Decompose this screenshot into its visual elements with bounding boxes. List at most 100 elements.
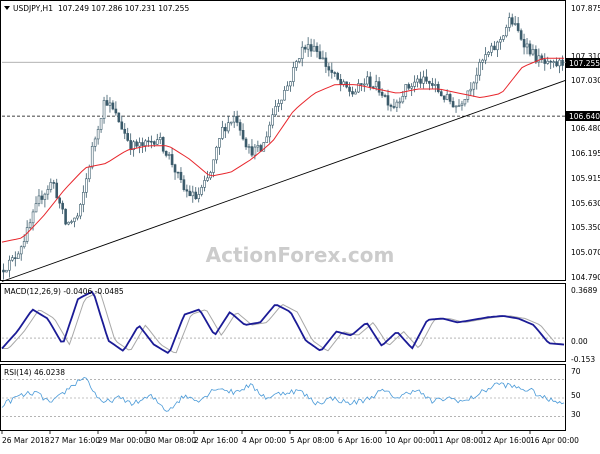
candle-body bbox=[558, 59, 561, 67]
candle-body bbox=[330, 69, 334, 73]
candle-body bbox=[218, 138, 221, 148]
time-axis: 26 Mar 2018 27 Mar 16:00 29 Mar 00:00 30… bbox=[1, 431, 579, 445]
candle-body bbox=[46, 189, 50, 195]
candle-body bbox=[534, 49, 538, 63]
candle-body bbox=[102, 100, 106, 119]
candle-body bbox=[226, 122, 230, 132]
time-label: 2 Apr 16:00 bbox=[194, 436, 238, 445]
triangle-down-icon[interactable] bbox=[4, 6, 10, 10]
candle-body bbox=[297, 58, 301, 62]
candle-body bbox=[351, 91, 354, 95]
candle-body bbox=[434, 84, 437, 86]
rsi-axis-label: 70 bbox=[571, 367, 581, 376]
candle-body bbox=[179, 171, 183, 180]
candle-body bbox=[215, 146, 218, 161]
candle-body bbox=[555, 61, 558, 67]
candle-body bbox=[365, 76, 369, 85]
candle-body bbox=[543, 59, 547, 64]
candle-body bbox=[339, 78, 342, 85]
candle-body bbox=[318, 51, 322, 59]
candle-body bbox=[120, 121, 124, 130]
candle-body bbox=[185, 189, 189, 192]
candle-body bbox=[64, 208, 67, 225]
candle-body bbox=[309, 44, 313, 52]
candle-body bbox=[49, 182, 53, 190]
candle-body bbox=[386, 95, 390, 106]
time-label: 26 Mar 2018 bbox=[2, 436, 50, 445]
candle-body bbox=[561, 59, 564, 66]
candle-body bbox=[268, 124, 271, 138]
candle-body bbox=[117, 112, 121, 123]
ohlc-values: 107.249 107.286 107.231 107.255 bbox=[58, 4, 189, 13]
price-label: 107.875 bbox=[571, 4, 600, 13]
candle-body bbox=[360, 83, 363, 85]
candle-body bbox=[354, 91, 357, 95]
candle-body bbox=[55, 182, 59, 199]
rsi-line bbox=[1, 376, 565, 412]
candle-body bbox=[463, 99, 467, 105]
candle-body bbox=[19, 246, 23, 255]
macd-main-line bbox=[1, 290, 565, 355]
candle-body bbox=[493, 45, 496, 51]
trading-chart: ActionForex.com USDJPY,H1 107.249 107.28… bbox=[0, 0, 600, 450]
candle-body bbox=[436, 84, 440, 92]
candle-body bbox=[487, 51, 490, 55]
candle-body bbox=[123, 128, 127, 134]
candle-body bbox=[221, 127, 224, 139]
candle-body bbox=[11, 257, 14, 261]
candle-body bbox=[507, 17, 511, 28]
candle-body bbox=[90, 146, 94, 168]
candle-body bbox=[499, 39, 502, 43]
candle-body bbox=[431, 83, 434, 86]
candle-body bbox=[312, 45, 316, 52]
candle-body bbox=[496, 41, 499, 51]
candle-body bbox=[197, 194, 200, 200]
candle-body bbox=[306, 44, 310, 50]
price-label: 105.630 bbox=[571, 199, 600, 208]
candle-body bbox=[114, 108, 118, 114]
candle-body bbox=[303, 46, 307, 50]
price-label: 106.195 bbox=[571, 149, 600, 158]
rsi-axis-label: 30 bbox=[571, 410, 581, 419]
candle-body bbox=[398, 101, 402, 104]
candle-body bbox=[167, 154, 171, 156]
candle-body bbox=[277, 103, 280, 107]
candle-body bbox=[528, 43, 532, 55]
candle-body bbox=[138, 142, 141, 147]
time-label: 4 Apr 00:00 bbox=[242, 436, 286, 445]
candle-body bbox=[141, 142, 144, 146]
price-axis: 107.875 107.310 107.030 106.480 106.195 … bbox=[571, 4, 600, 282]
candle-body bbox=[439, 91, 443, 97]
candle-body bbox=[383, 95, 387, 97]
candle-body bbox=[425, 76, 428, 82]
time-label: 12 Apr 16:00 bbox=[482, 436, 531, 445]
candle-body bbox=[327, 66, 331, 71]
candle-body bbox=[129, 140, 132, 151]
candle-body bbox=[191, 191, 195, 197]
candle-body bbox=[31, 211, 35, 224]
candle-body bbox=[155, 139, 159, 145]
price-label: 106.480 bbox=[571, 124, 600, 133]
time-label: 10 Apr 00:00 bbox=[386, 436, 435, 445]
candle-body bbox=[232, 116, 236, 123]
candle-body bbox=[224, 127, 227, 132]
candle-body bbox=[374, 81, 378, 88]
candle-body bbox=[283, 90, 286, 101]
candle-body bbox=[295, 61, 298, 68]
watermark: ActionForex.com bbox=[206, 243, 395, 267]
candle-body bbox=[135, 141, 138, 147]
time-label: 29 Mar 00:00 bbox=[98, 436, 148, 445]
candle-body bbox=[173, 164, 177, 173]
time-label: 16 Apr 00:00 bbox=[530, 436, 579, 445]
candle-body bbox=[37, 195, 41, 204]
moving-average-layer bbox=[1, 57, 564, 243]
candle-body bbox=[401, 96, 405, 103]
candle-body bbox=[182, 179, 186, 190]
price-label: 105.350 bbox=[571, 223, 600, 232]
chart-canvas[interactable]: ActionForex.com USDJPY,H1 107.249 107.28… bbox=[0, 0, 600, 450]
price-label: 107.030 bbox=[571, 76, 600, 85]
candle-body bbox=[363, 83, 366, 86]
price-label: 105.070 bbox=[571, 248, 600, 257]
candle-body bbox=[519, 30, 523, 40]
candle-body bbox=[265, 136, 269, 143]
